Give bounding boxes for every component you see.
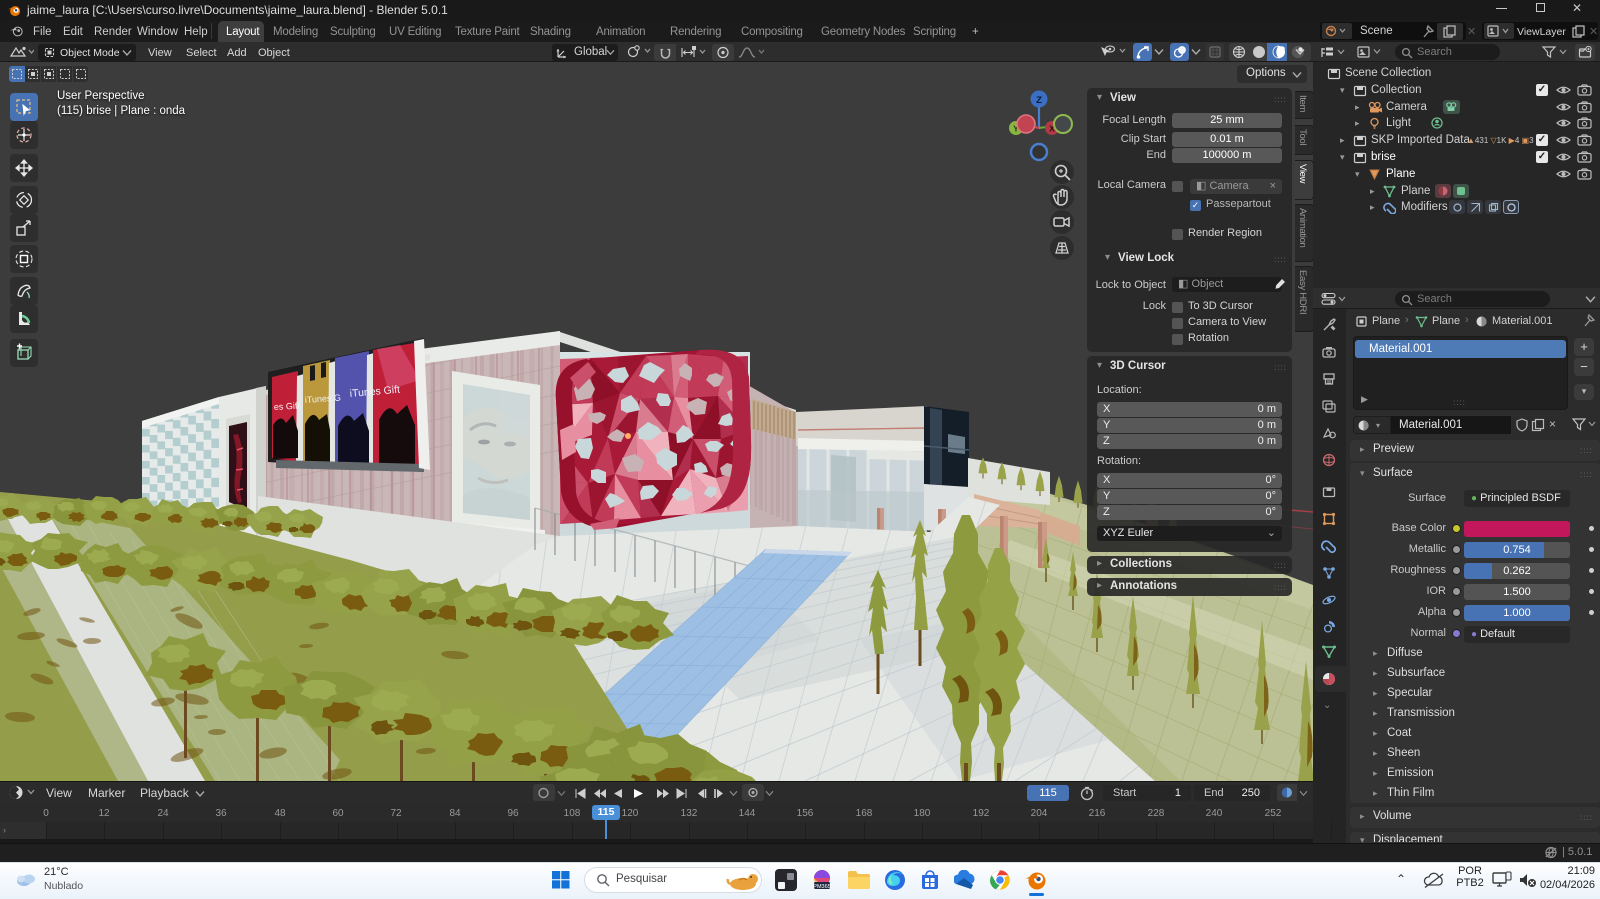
- svg-text:Z: Z: [1036, 95, 1042, 106]
- svg-text:es Gift: es Gift: [274, 401, 301, 412]
- svg-text:PM365: PM365: [813, 884, 830, 890]
